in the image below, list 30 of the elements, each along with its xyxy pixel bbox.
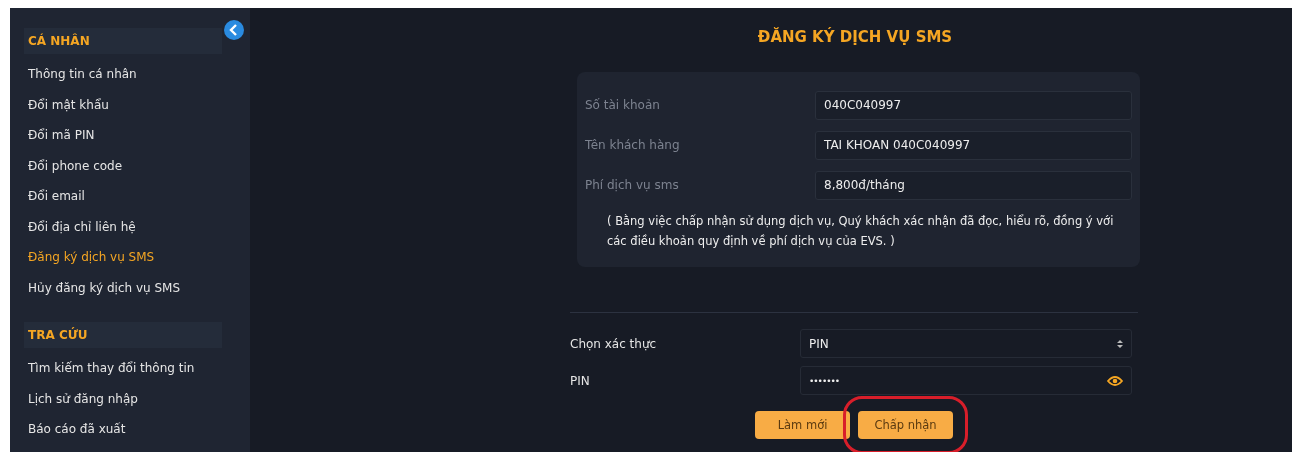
- field-label: Số tài khoản: [585, 98, 661, 112]
- sidebar-item[interactable]: Đăng ký dịch vụ SMS: [24, 247, 236, 278]
- action-button[interactable]: Chấp nhận: [858, 411, 953, 439]
- sidebar-item[interactable]: Đổi địa chỉ liên hệ: [24, 216, 236, 247]
- field-label: PIN: [570, 373, 591, 388]
- sidebar-item[interactable]: Đổi phone code: [24, 155, 236, 186]
- field-label: Chọn xác thực: [570, 336, 658, 351]
- sidebar-item[interactable]: Đổi mã PIN: [24, 125, 236, 156]
- sidebar-item[interactable]: Báo cáo đã xuất: [24, 419, 236, 450]
- sidebar-item[interactable]: Lịch sử đăng nhập: [24, 388, 236, 419]
- sidebar-item[interactable]: Hủy đăng ký dịch vụ SMS: [24, 277, 236, 308]
- section-header: CÁ NHÂN: [24, 28, 222, 54]
- sidebar-item[interactable]: Tìm kiếm thay đổi thông tin: [24, 358, 236, 389]
- collapse-icon[interactable]: [224, 20, 244, 40]
- eye-icon[interactable]: [1107, 374, 1123, 387]
- sidebar-item[interactable]: Đổi email: [24, 186, 236, 217]
- field-label: Phí dịch vụ sms: [585, 178, 680, 192]
- select-arrows-icon: [1117, 338, 1123, 349]
- action-button[interactable]: Làm mới: [755, 411, 850, 439]
- section-header: TRA CỨU: [24, 322, 222, 348]
- readonly-field: TAI KHOAN 040C040997: [815, 130, 1132, 160]
- field-label: Tên khách hàng: [585, 138, 681, 152]
- page-title: ĐĂNG KÝ DỊCH VỤ SMS: [756, 26, 954, 48]
- readonly-field: 040C040997: [815, 90, 1132, 120]
- sidebar-item[interactable]: Thông tin cá nhân: [24, 64, 236, 95]
- readonly-field: 8,800đ/tháng: [815, 170, 1132, 200]
- note-text: ( Bằng việc chấp nhận sử dụng dịch vụ, Quý khách xác nhận đã đọc, hiểu rõ, đồng ý với các điều khoản quy định về phí dịch vụ của EVS. ): [606, 213, 1115, 250]
- password-field[interactable]: •••••••: [800, 366, 1132, 395]
- select-field[interactable]: PIN: [800, 329, 1132, 358]
- sidebar-item[interactable]: Đổi mật khẩu: [24, 94, 236, 125]
